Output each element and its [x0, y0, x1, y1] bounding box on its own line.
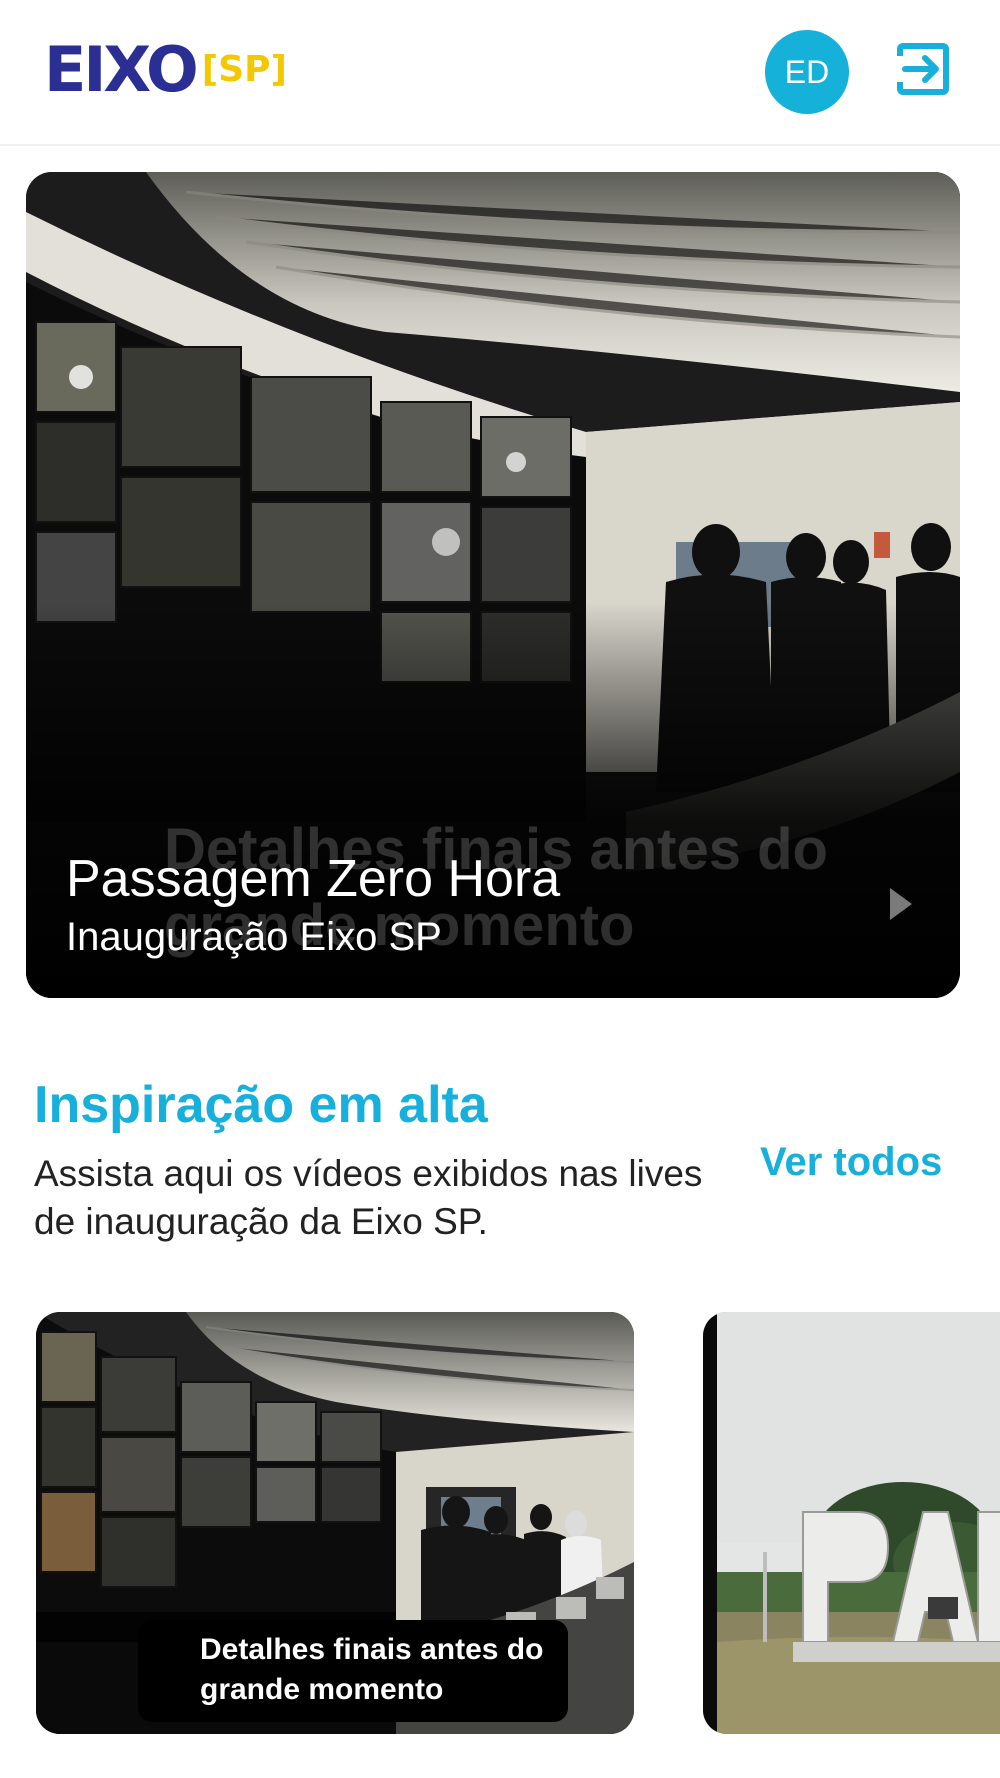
hero-title: Passagem Zero Hora	[66, 850, 561, 908]
avatar[interactable]: ED	[765, 30, 849, 114]
logout-arrow-icon	[897, 43, 949, 95]
video-card[interactable]	[703, 1312, 1000, 1734]
see-all-link[interactable]: Ver todos	[760, 1138, 942, 1186]
eixo-sp-logo[interactable]: EIXO [SP]	[44, 33, 287, 106]
section-description: Assista aqui os vídeos exibidos nas live…	[34, 1153, 703, 1242]
section-title: Inspiração em alta	[34, 1076, 488, 1134]
logo-wordmark: EIXO	[44, 33, 199, 106]
play-triangle-icon[interactable]	[886, 884, 916, 924]
avatar-initials: ED	[784, 53, 830, 90]
video-card[interactable]: Detalhes finais antes do grande momento	[36, 1312, 634, 1734]
logout-button[interactable]	[895, 42, 949, 96]
video-caption: Detalhes finais antes do grande momento	[138, 1620, 568, 1722]
park-sign-thumbnail	[703, 1312, 1000, 1734]
featured-video-card[interactable]: Detalhes finais antes do grande momento …	[26, 172, 960, 998]
hero-subtitle: Inauguração Eixo SP	[66, 915, 442, 959]
logo-badge: [SP]	[201, 49, 287, 90]
app-header: EIXO [SP] ED	[0, 0, 1000, 146]
